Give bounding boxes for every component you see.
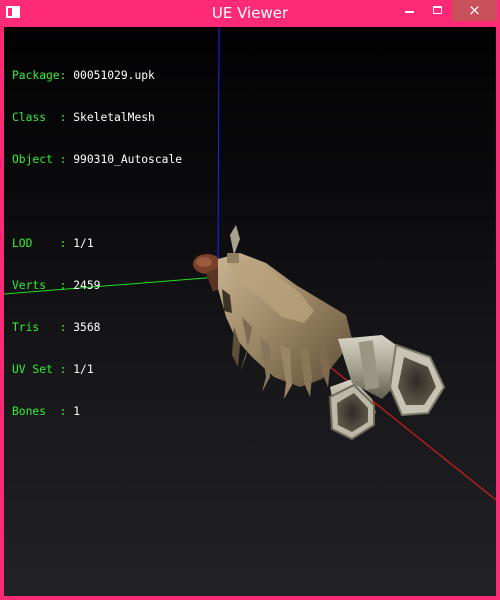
z-axis-line xyxy=(217,27,220,278)
info-label: Class : xyxy=(12,111,67,124)
app-window: UE Viewer × Package: 00051029.upk Class … xyxy=(0,0,500,600)
close-icon: × xyxy=(468,1,481,19)
info-row-object: Object : 990310_Autoscale xyxy=(12,153,182,167)
info-label: Bones : xyxy=(12,405,67,418)
info-row-verts: Verts : 2459 xyxy=(12,279,182,293)
close-button[interactable]: × xyxy=(452,0,497,21)
info-value: 3568 xyxy=(73,321,101,334)
info-label: Object : xyxy=(12,153,67,166)
info-label: LOD : xyxy=(12,237,67,250)
info-label: Verts : xyxy=(12,279,67,292)
info-value: 1/1 xyxy=(73,237,94,250)
mesh-model xyxy=(193,225,446,441)
title-bar[interactable]: UE Viewer × xyxy=(0,0,500,27)
maximize-icon xyxy=(433,6,442,14)
info-row-uvset: UV Set : 1/1 xyxy=(12,363,182,377)
info-value: 1 xyxy=(73,405,81,418)
info-label: UV Set : xyxy=(12,363,67,376)
info-label: Package: xyxy=(12,69,67,82)
info-value: 1/1 xyxy=(73,363,94,376)
mesh-info-overlay: Package: 00051029.upk Class : SkeletalMe… xyxy=(12,41,182,447)
info-row-tris: Tris : 3568 xyxy=(12,321,182,335)
info-row-class: Class : SkeletalMesh xyxy=(12,111,182,125)
info-row-bones: Bones : 1 xyxy=(12,405,182,419)
maximize-button[interactable] xyxy=(425,0,452,21)
info-row-lod: LOD : 1/1 xyxy=(12,237,182,251)
info-value: SkeletalMesh xyxy=(73,111,155,124)
info-row-package: Package: 00051029.upk xyxy=(12,69,182,83)
3d-viewport[interactable]: Package: 00051029.upk Class : SkeletalMe… xyxy=(4,27,496,596)
minimize-icon xyxy=(405,11,414,13)
minimize-button[interactable] xyxy=(395,0,425,21)
info-value: 990310_Autoscale xyxy=(73,153,183,166)
info-value: 00051029.upk xyxy=(73,69,155,82)
info-label: Tris : xyxy=(12,321,67,334)
info-value: 2459 xyxy=(73,279,101,292)
